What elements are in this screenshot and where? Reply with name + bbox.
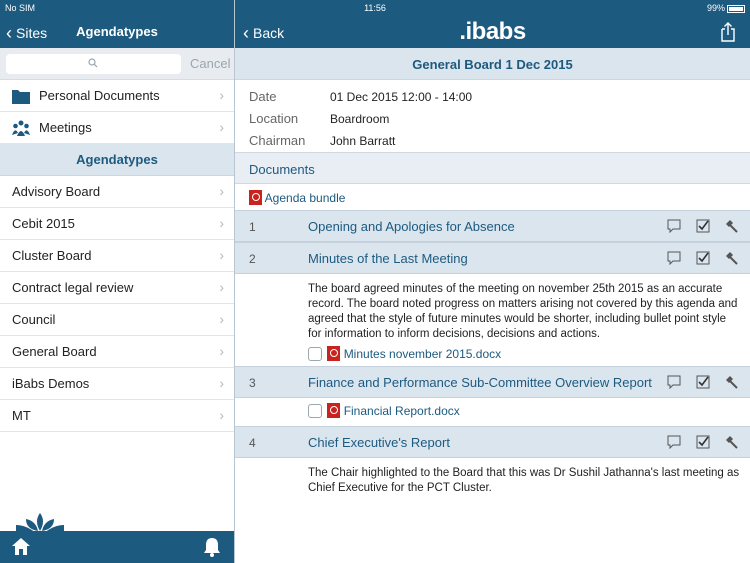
right-pane: ‹ Back .ibabs General Board 1 Dec 2015 Da…	[235, 16, 750, 563]
chevron-right-icon: ›	[219, 343, 224, 359]
agendatype-item[interactable]: General Board ›	[0, 336, 234, 368]
chevron-right-icon: ›	[219, 407, 224, 423]
list-item-label: Personal Documents	[39, 88, 160, 103]
info-key: Location	[249, 111, 299, 126]
agenda-item-number: 2	[249, 252, 256, 266]
attachment-link[interactable]: Financial Report.docx	[344, 404, 460, 418]
chevron-right-icon: ›	[219, 183, 224, 199]
documents-header: Documents	[235, 152, 750, 184]
agendatype-item[interactable]: Cebit 2015 ›	[0, 208, 234, 240]
personal-documents-item[interactable]: Personal Documents ›	[0, 80, 234, 112]
search-bar: Cancel	[0, 48, 234, 80]
chevron-right-icon: ›	[219, 87, 224, 103]
gavel-icon[interactable]	[724, 435, 738, 449]
bell-icon[interactable]	[203, 537, 221, 557]
search-icon	[88, 58, 98, 68]
chevron-right-icon: ›	[219, 375, 224, 391]
checkbox-icon[interactable]	[696, 435, 710, 449]
attachment-row[interactable]: Financial Report.docx	[235, 398, 750, 426]
folder-icon	[12, 90, 30, 104]
agenda-item-notes: The board agreed minutes of the meeting …	[308, 283, 738, 340]
agenda-bundle-link[interactable]: Agenda bundle	[235, 184, 750, 210]
chevron-right-icon: ›	[219, 247, 224, 263]
checkbox-icon[interactable]	[696, 219, 710, 233]
chevron-right-icon: ›	[219, 119, 224, 135]
pdf-icon	[327, 403, 341, 418]
gavel-icon[interactable]	[724, 219, 738, 233]
agenda-item-row[interactable]: 2 Minutes of the Last Meeting	[235, 242, 750, 274]
agendatype-item[interactable]: Cluster Board ›	[0, 240, 234, 272]
meetings-item[interactable]: Meetings ›	[0, 112, 234, 144]
attachment-link[interactable]: Minutes november 2015.docx	[344, 347, 501, 361]
home-icon[interactable]	[12, 538, 30, 555]
info-value: John Barratt	[330, 134, 396, 148]
comment-icon[interactable]	[667, 435, 681, 450]
agenda-item-notes: The Chair highlighted to the Board that …	[308, 467, 740, 494]
people-icon	[12, 120, 30, 136]
info-value: Boardroom	[330, 112, 390, 126]
info-key: Chairman	[249, 133, 306, 148]
agendatype-item[interactable]: MT ›	[0, 400, 234, 432]
gavel-icon[interactable]	[724, 375, 738, 389]
attachment-checkbox[interactable]	[308, 404, 322, 418]
status-bar: No SIM 11:56 99%	[0, 0, 750, 16]
comment-icon[interactable]	[667, 375, 681, 390]
share-icon[interactable]	[720, 22, 736, 42]
agenda-item-number: 1	[249, 220, 256, 234]
left-nav-title: Agendatypes	[76, 24, 158, 39]
chevron-right-icon: ›	[219, 311, 224, 327]
agenda-item-row[interactable]: 1 Opening and Apologies for Absence	[235, 210, 750, 242]
list-item-label: Meetings	[39, 120, 92, 135]
right-nav-bar: ‹ Back .ibabs	[235, 16, 750, 48]
left-nav-bar: ‹ Sites Agendatypes	[0, 16, 234, 48]
agenda-item-title: Chief Executive's Report	[308, 435, 450, 450]
agenda-item-number: 4	[249, 436, 256, 450]
left-pane: ‹ Sites Agendatypes Cancel Personal Docum…	[0, 16, 234, 563]
agendatypes-section-header: Agendatypes	[0, 144, 234, 176]
agendatype-item[interactable]: Advisory Board ›	[0, 176, 234, 208]
pdf-icon	[327, 346, 341, 361]
comment-icon[interactable]	[667, 251, 681, 266]
agenda-item-row[interactable]: 4 Chief Executive's Report	[235, 426, 750, 458]
gavel-icon[interactable]	[724, 251, 738, 265]
comment-icon[interactable]	[667, 219, 681, 234]
agenda-item-row[interactable]: 3 Finance and Performance Sub-Committee …	[235, 366, 750, 398]
agenda-item-title: Minutes of the Last Meeting	[308, 251, 468, 266]
ibabs-logo: .ibabs	[459, 18, 526, 45]
agendatype-item[interactable]: iBabs Demos ›	[0, 368, 234, 400]
info-value: 01 Dec 2015 12:00 - 14:00	[330, 90, 473, 104]
clock: 11:56	[364, 3, 386, 13]
battery-icon	[727, 4, 745, 13]
agendatype-item[interactable]: Council ›	[0, 304, 234, 336]
meeting-info: Date 01 Dec 2015 12:00 - 14:00 Location …	[235, 80, 750, 152]
lotus-logo-icon	[16, 513, 64, 533]
chevron-right-icon: ›	[219, 215, 224, 231]
left-toolbar	[0, 531, 234, 563]
attachment-checkbox[interactable]	[308, 347, 322, 361]
agendatype-item[interactable]: Contract legal review ›	[0, 272, 234, 304]
battery-indicator: 99%	[707, 3, 745, 13]
checkbox-icon[interactable]	[696, 375, 710, 389]
pdf-icon	[249, 190, 262, 205]
agenda-item-title: Finance and Performance Sub-Committee Ov…	[308, 375, 652, 390]
search-cancel-button[interactable]: Cancel	[190, 56, 230, 71]
attachment-row[interactable]: Minutes november 2015.docx	[235, 342, 750, 366]
search-input[interactable]	[6, 54, 181, 74]
chevron-right-icon: ›	[219, 279, 224, 295]
meeting-title: General Board 1 Dec 2015	[235, 48, 750, 80]
info-key: Date	[249, 89, 277, 104]
agenda-item-title: Opening and Apologies for Absence	[308, 219, 515, 234]
checkbox-icon[interactable]	[696, 251, 710, 265]
agenda-item-number: 3	[249, 376, 256, 390]
